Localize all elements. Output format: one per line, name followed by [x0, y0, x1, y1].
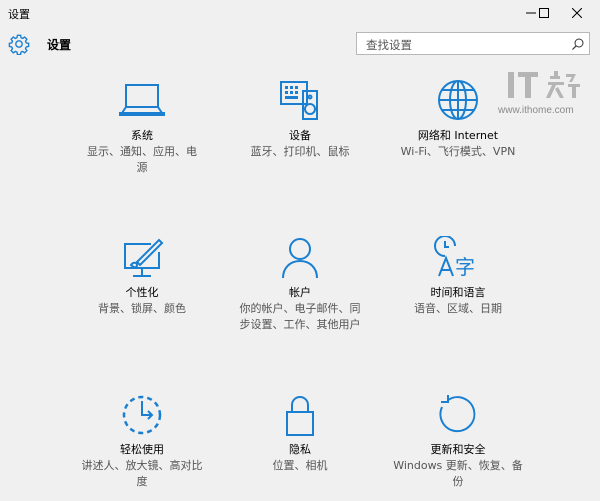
category-name: 网络和 Internet	[417, 129, 499, 142]
svg-text:字: 字	[455, 255, 475, 279]
category-description: 位置、相机	[272, 459, 328, 472]
personalization-icon	[124, 238, 164, 277]
category-name: 轻松使用	[120, 443, 164, 456]
category-description: 讲述人、放大镜、高对比度	[81, 459, 203, 488]
category-name: 帐户	[289, 286, 311, 299]
search-input[interactable]: 查找设置	[356, 32, 590, 55]
category-accounts[interactable]: 帐户 你的帐户、电子邮件、同步设置、工作、其他用户	[225, 236, 375, 333]
category-personalization[interactable]: 个性化 背景、锁屏、颜色	[67, 236, 217, 317]
close-button[interactable]	[554, 0, 600, 26]
page-title: 设置	[47, 38, 72, 52]
category-system[interactable]: 系统 显示、通知、应用、电源	[67, 79, 217, 176]
window-title: 设置	[8, 8, 30, 21]
category-description: Wi-Fi、飞行模式、VPN	[400, 145, 516, 158]
globe-icon	[438, 80, 478, 120]
devices-icon	[280, 81, 318, 120]
category-ease-of-access[interactable]: 轻松使用 讲述人、放大镜、高对比度	[67, 393, 217, 490]
time-language-icon: 字	[434, 236, 475, 279]
header: 设置 查找设置	[0, 26, 600, 70]
laptop-icon	[119, 84, 165, 116]
search-icon[interactable]	[571, 37, 585, 51]
category-description: Windows 更新、恢复、备份	[393, 459, 523, 488]
category-description: 蓝牙、打印机、鼠标	[250, 145, 350, 158]
category-name: 时间和语言	[430, 286, 486, 299]
category-name: 更新和安全	[430, 443, 486, 456]
ease-of-access-icon	[122, 395, 162, 435]
search-placeholder: 查找设置	[366, 38, 412, 52]
category-description: 背景、锁屏、颜色	[98, 302, 186, 315]
category-privacy[interactable]: 隐私 位置、相机	[225, 393, 375, 474]
category-time-language[interactable]: 字 时间和语言 语音、区域、日期	[383, 236, 533, 317]
maximize-icon	[539, 8, 549, 18]
person-icon	[282, 238, 318, 279]
category-devices[interactable]: 设备 蓝牙、打印机、鼠标	[225, 79, 375, 160]
category-update-security[interactable]: 更新和安全 Windows 更新、恢复、备份	[383, 393, 533, 490]
category-name: 个性化	[125, 286, 159, 299]
category-description: 显示、通知、应用、电源	[87, 145, 197, 174]
update-icon	[439, 395, 476, 433]
category-network[interactable]: 网络和 Internet Wi-Fi、飞行模式、VPN	[383, 79, 533, 160]
category-name: 设备	[289, 129, 311, 142]
category-description: 你的帐户、电子邮件、同步设置、工作、其他用户	[239, 302, 361, 331]
category-name: 系统	[131, 129, 153, 142]
close-icon	[572, 8, 582, 18]
category-description: 语音、区域、日期	[414, 302, 502, 315]
lock-icon	[286, 396, 314, 436]
category-name: 隐私	[289, 443, 311, 456]
gear-icon	[8, 34, 30, 55]
title-bar: 设置	[0, 0, 600, 26]
